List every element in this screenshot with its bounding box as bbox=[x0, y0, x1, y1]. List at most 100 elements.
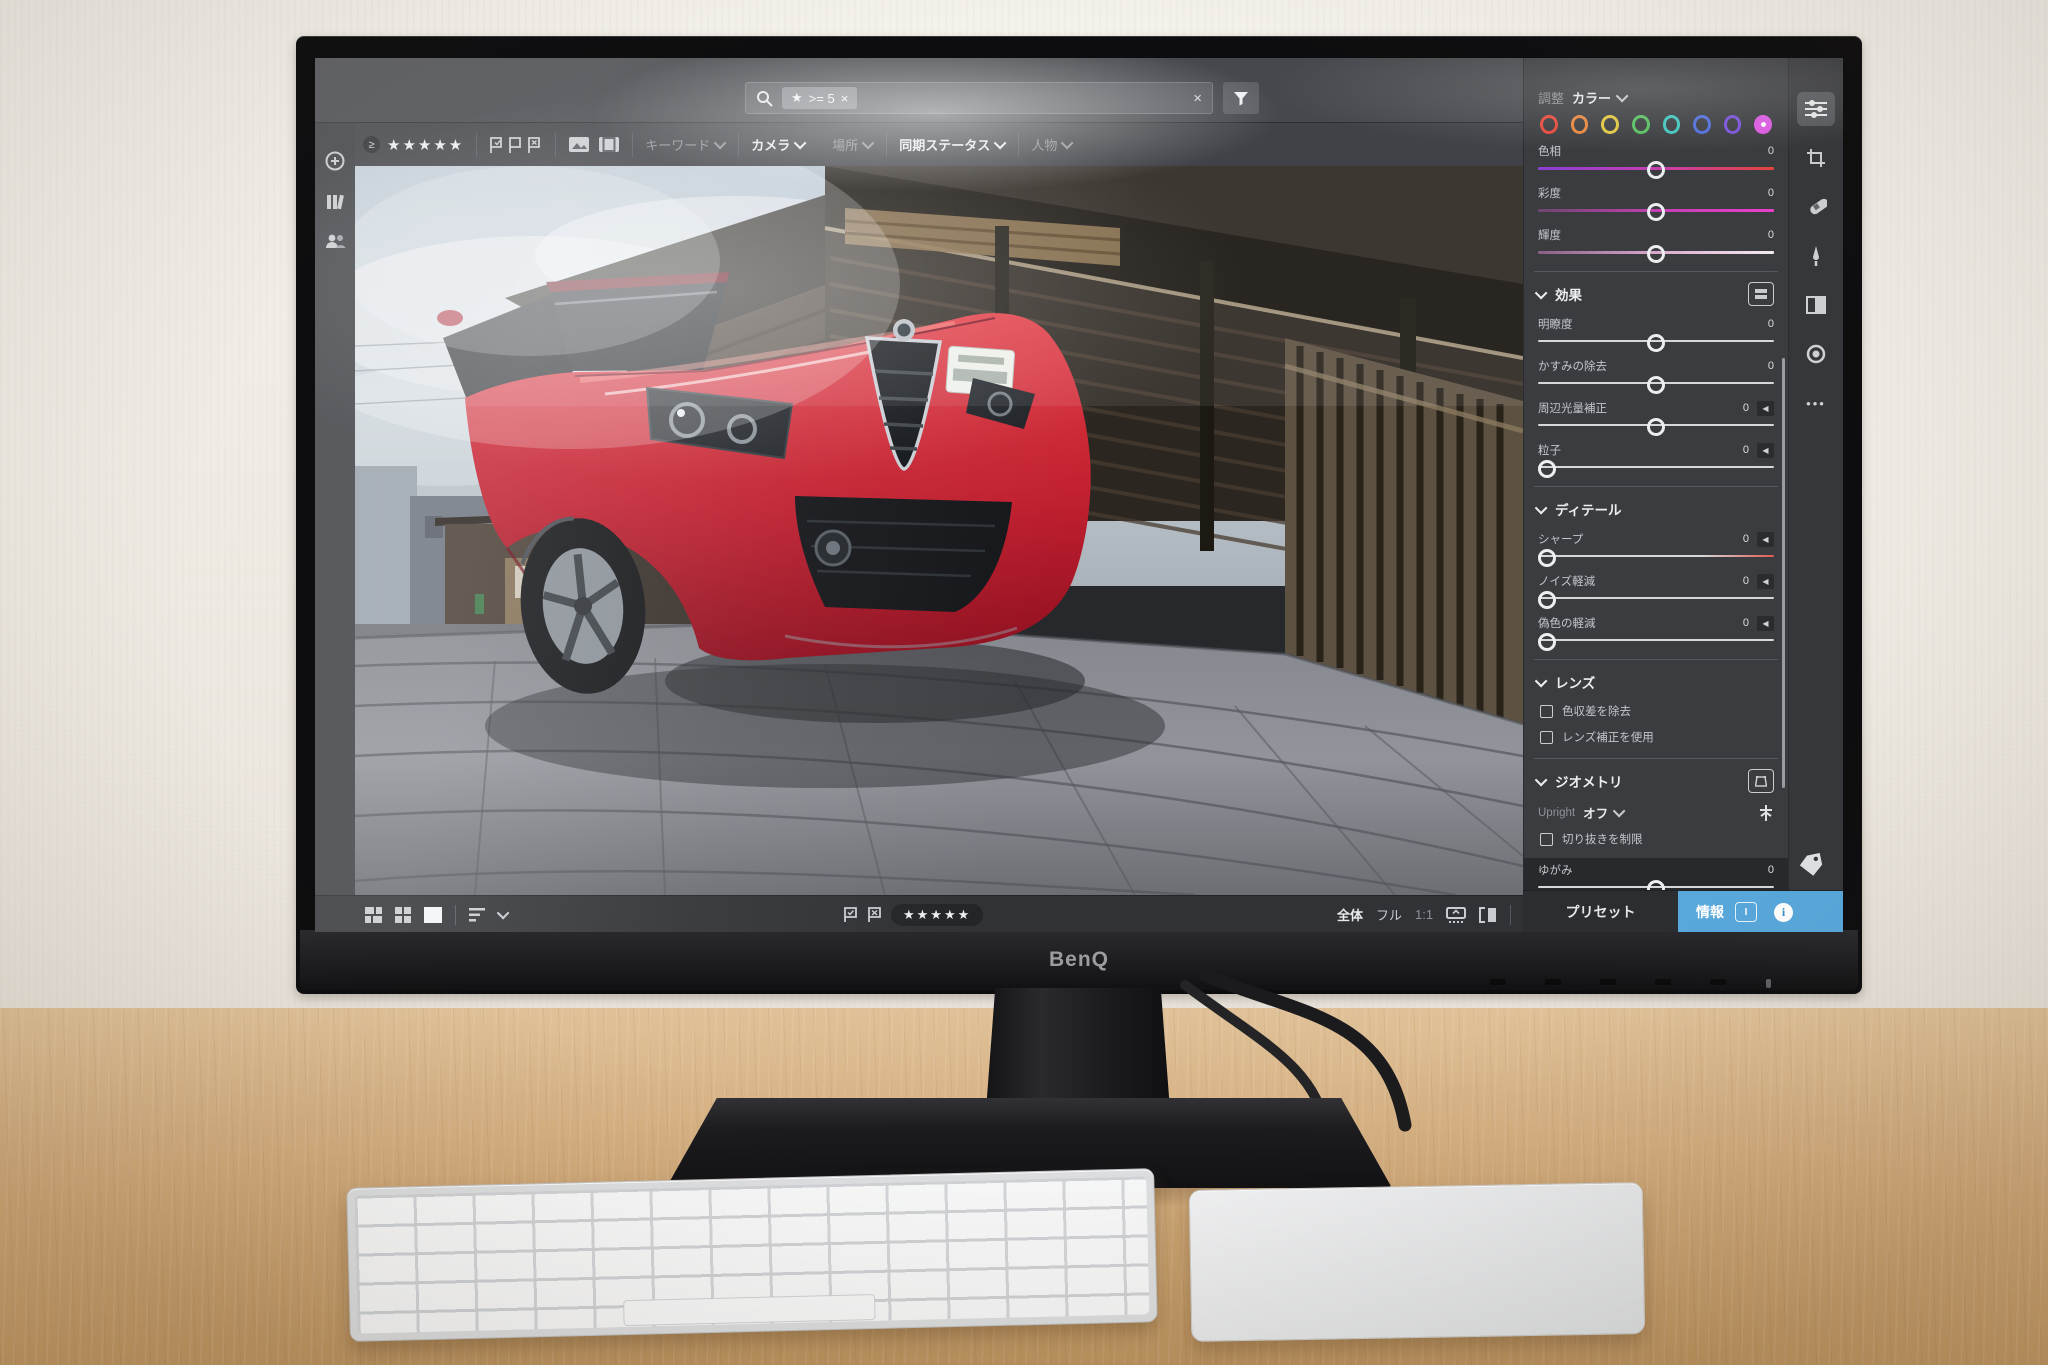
color-swatch-red[interactable] bbox=[1540, 115, 1558, 134]
mosaic-view-icon[interactable] bbox=[365, 907, 382, 923]
token-remove-icon[interactable]: × bbox=[841, 91, 849, 106]
saturation-slider-track[interactable] bbox=[1538, 203, 1774, 217]
zoom-fit-button[interactable]: 全体 bbox=[1337, 905, 1363, 924]
chevron-down-icon bbox=[994, 137, 1007, 150]
filter-dropdown-location[interactable]: 場所 bbox=[832, 135, 874, 154]
color-swatch-orange[interactable] bbox=[1571, 115, 1589, 134]
upright-value[interactable]: オフ bbox=[1583, 803, 1608, 822]
presets-button[interactable]: プリセット bbox=[1523, 902, 1678, 922]
hue-slider-track[interactable] bbox=[1538, 161, 1774, 175]
slider-knob[interactable] bbox=[1538, 633, 1556, 651]
crop-tool[interactable] bbox=[1797, 141, 1835, 175]
slider-sharpen: シャープ 0 ◀ bbox=[1538, 531, 1774, 563]
people-icon[interactable] bbox=[325, 233, 346, 249]
slider-knob[interactable] bbox=[1647, 161, 1665, 179]
videos-filter-icon[interactable] bbox=[598, 136, 620, 153]
photo-rating-stars[interactable]: ★★★★★ bbox=[891, 904, 983, 926]
photo-canvas[interactable] bbox=[355, 166, 1523, 895]
expand-icon[interactable]: ◀ bbox=[1757, 574, 1774, 589]
slider-knob[interactable] bbox=[1647, 376, 1665, 394]
more-tools-button[interactable]: ••• bbox=[1797, 386, 1835, 420]
checkbox-chromatic-aberration[interactable]: 色収差を除去 bbox=[1540, 702, 1772, 720]
search-clear-icon[interactable]: × bbox=[1193, 90, 1202, 107]
single-view-icon[interactable] bbox=[424, 907, 442, 923]
detail-section-header[interactable]: ディテール bbox=[1538, 497, 1774, 521]
clarity-slider-track[interactable] bbox=[1538, 334, 1774, 348]
filter-dropdown-keywords[interactable]: キーワード bbox=[645, 135, 726, 154]
chevron-down-icon bbox=[1535, 773, 1548, 786]
upright-tool-icon[interactable] bbox=[1758, 804, 1774, 822]
checkbox-constrain-crop[interactable]: 切り抜きを制限 bbox=[1540, 830, 1772, 848]
healing-tool[interactable] bbox=[1797, 190, 1835, 224]
vignette-slider-track[interactable] bbox=[1538, 418, 1774, 432]
expand-icon[interactable]: ◀ bbox=[1757, 401, 1774, 416]
sharpen-slider-track[interactable] bbox=[1538, 549, 1774, 563]
texture-icon[interactable] bbox=[1748, 282, 1774, 306]
color-swatch-blue[interactable] bbox=[1693, 115, 1711, 134]
color-swatch-yellow[interactable] bbox=[1601, 115, 1619, 134]
color-swatch-magenta-selected[interactable] bbox=[1754, 115, 1772, 134]
filter-funnel-button[interactable] bbox=[1223, 82, 1259, 114]
sort-icon[interactable] bbox=[469, 908, 487, 922]
rating-star-filter[interactable]: ★★★★★ bbox=[387, 136, 464, 154]
filter-dropdown-camera[interactable]: カメラ bbox=[751, 135, 806, 154]
dehaze-slider-track[interactable] bbox=[1538, 376, 1774, 390]
effects-section-header[interactable]: 効果 bbox=[1538, 282, 1774, 306]
slider-knob[interactable] bbox=[1647, 418, 1665, 436]
edit-sliders-tool[interactable] bbox=[1797, 92, 1835, 126]
add-photos-icon[interactable] bbox=[325, 151, 345, 171]
slider-knob[interactable] bbox=[1538, 549, 1556, 567]
search-token[interactable]: ★ >= 5 × bbox=[782, 87, 857, 109]
before-after-icon[interactable] bbox=[1479, 907, 1497, 923]
slider-knob[interactable] bbox=[1647, 334, 1665, 352]
slider-knob[interactable] bbox=[1647, 245, 1665, 263]
upright-row[interactable]: Upright オフ bbox=[1538, 803, 1774, 822]
slider-knob[interactable] bbox=[1538, 591, 1556, 609]
chevron-down-icon[interactable] bbox=[497, 907, 510, 920]
filter-dropdown-people[interactable]: 人物 bbox=[1031, 135, 1073, 154]
keywords-tag-icon[interactable] bbox=[1798, 853, 1824, 877]
search-icon bbox=[756, 90, 773, 107]
flag-filter-icons[interactable] bbox=[489, 136, 543, 154]
token-text: >= 5 bbox=[809, 91, 835, 106]
expand-icon[interactable]: ◀ bbox=[1757, 616, 1774, 631]
noise-slider-track[interactable] bbox=[1538, 591, 1774, 605]
info-shortcut-key: I bbox=[1735, 902, 1757, 922]
slider-clarity: 明瞭度 0 bbox=[1538, 316, 1774, 348]
zoom-1-1-button[interactable]: 1:1 bbox=[1415, 907, 1433, 922]
slider-knob[interactable] bbox=[1647, 203, 1665, 221]
checkbox-lens-correction[interactable]: レンズ補正を使用 bbox=[1540, 728, 1772, 746]
grid-view-icon[interactable] bbox=[395, 907, 411, 923]
color-swatch-green[interactable] bbox=[1632, 115, 1650, 134]
checkbox-icon bbox=[1540, 833, 1553, 846]
chevron-down-icon bbox=[794, 137, 807, 150]
search-input[interactable]: ★ >= 5 × × bbox=[745, 82, 1213, 114]
lens-section-header[interactable]: レンズ bbox=[1538, 670, 1774, 694]
my-photos-icon[interactable] bbox=[325, 193, 345, 211]
expand-icon[interactable]: ◀ bbox=[1757, 532, 1774, 547]
geometry-section-header[interactable]: ジオメトリ bbox=[1538, 769, 1774, 793]
color-swatch-purple[interactable] bbox=[1724, 115, 1742, 134]
red-eye-tool[interactable] bbox=[1797, 337, 1835, 371]
divider bbox=[1534, 659, 1778, 660]
zoom-box-icon[interactable] bbox=[1446, 907, 1466, 923]
slider-knob[interactable] bbox=[1538, 460, 1556, 478]
luminance-slider-track[interactable] bbox=[1538, 245, 1774, 259]
reject-flag-icon[interactable] bbox=[867, 907, 882, 923]
color-section-label[interactable]: カラー bbox=[1572, 88, 1611, 107]
geometry-grid-icon[interactable] bbox=[1748, 769, 1774, 793]
color-swatch-teal[interactable] bbox=[1663, 115, 1681, 134]
expand-icon[interactable]: ◀ bbox=[1757, 443, 1774, 458]
color-noise-slider-track[interactable] bbox=[1538, 633, 1774, 647]
filter-dropdown-sync-status[interactable]: 同期ステータス bbox=[899, 135, 1006, 154]
rating-operator-badge[interactable]: ≥ bbox=[363, 136, 380, 153]
brush-tool[interactable] bbox=[1797, 239, 1835, 273]
pick-flag-icon[interactable] bbox=[843, 907, 858, 923]
info-button[interactable]: 情報 I i bbox=[1678, 891, 1843, 932]
panel-scrollbar[interactable] bbox=[1782, 358, 1785, 788]
photos-filter-icon[interactable] bbox=[568, 136, 590, 153]
grain-slider-track[interactable] bbox=[1538, 460, 1774, 474]
zoom-full-button[interactable]: フル bbox=[1376, 905, 1402, 924]
edit-panel: 調整 カラー 色相 0 彩度 0 輝度 0 bbox=[1523, 58, 1788, 895]
masking-tool[interactable] bbox=[1797, 288, 1835, 322]
